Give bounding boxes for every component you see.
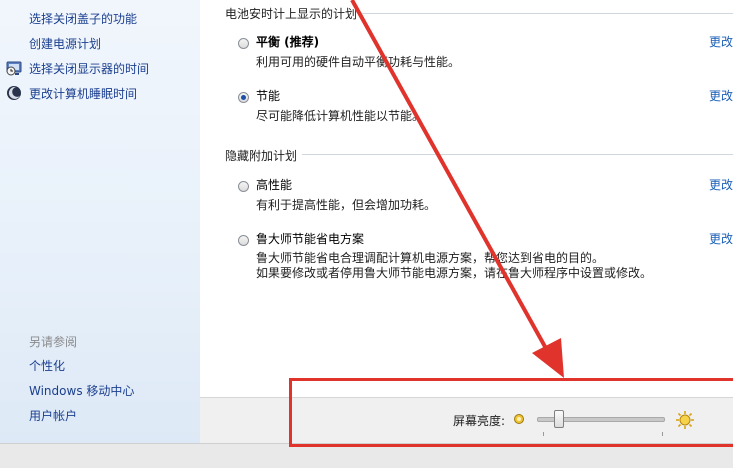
plan-name-high-performance: 高性能 [256, 178, 293, 192]
nav-link-display-off[interactable]: 选择关闭显示器的时间 [29, 60, 149, 77]
nav-link-personalization[interactable]: 个性化 [29, 357, 65, 374]
plan-name-ludashi: 鲁大师节能省电方案 [256, 232, 365, 246]
brightness-slider-thumb[interactable] [554, 410, 565, 428]
plan-radio-power-saver[interactable] [238, 92, 249, 103]
plan-radio-high-performance[interactable] [238, 181, 249, 192]
plan-desc-ludashi-line2: 如果要修改或者停用鲁大师节能电源方案，请在鲁大师程序中设置或修改。 [256, 266, 653, 280]
plan-name-balanced: 平衡 (推荐) [256, 35, 320, 49]
window-bottom-edge [0, 443, 733, 468]
plan-desc-high-performance: 有利于提高性能，但会增加功耗。 [256, 198, 437, 212]
plan-desc-balanced: 利用可用的硬件自动平衡功耗与性能。 [256, 55, 461, 69]
section-divider [362, 13, 733, 14]
change-plan-link-ludashi[interactable]: 更改 [709, 230, 733, 247]
hidden-plans-header[interactable]: 隐藏附加计划 [225, 147, 297, 164]
nav-link-lid-action[interactable]: 选择关闭盖子的功能 [29, 10, 137, 27]
change-plan-link-power-saver[interactable]: 更改 [709, 87, 733, 104]
brightness-label: 屏幕亮度: [453, 414, 506, 428]
moon-icon [6, 85, 22, 101]
monitor-clock-icon [6, 60, 22, 76]
sun-small-icon [513, 413, 525, 425]
nav-link-create-plan[interactable]: 创建电源计划 [29, 35, 101, 52]
nav-link-user-accounts[interactable]: 用户帐户 [29, 407, 77, 424]
change-plan-link-high-performance[interactable]: 更改 [709, 176, 733, 193]
see-also-heading: 另请参阅 [29, 335, 78, 349]
section-divider [302, 154, 733, 155]
left-navigation-pane: 选择关闭盖子的功能 创建电源计划 选择关闭显示器的时间 更改计算机睡眠时间 另请… [0, 0, 200, 443]
plan-radio-balanced[interactable] [238, 38, 249, 49]
plan-desc-power-saver: 尽可能降低计算机性能以节能。 [256, 109, 425, 123]
nav-link-mobility-center[interactable]: Windows 移动中心 [29, 382, 134, 399]
change-plan-link-balanced[interactable]: 更改 [709, 33, 733, 50]
battery-plans-header: 电池安时计上显示的计划 [225, 7, 358, 21]
slider-tick [543, 432, 544, 436]
nav-link-sleep-time[interactable]: 更改计算机睡眠时间 [29, 85, 137, 102]
sun-large-icon [675, 410, 695, 430]
plan-radio-ludashi[interactable] [238, 235, 249, 246]
slider-tick [662, 432, 663, 436]
radio-selected-dot [241, 95, 246, 100]
plan-name-power-saver: 节能 [256, 89, 281, 103]
